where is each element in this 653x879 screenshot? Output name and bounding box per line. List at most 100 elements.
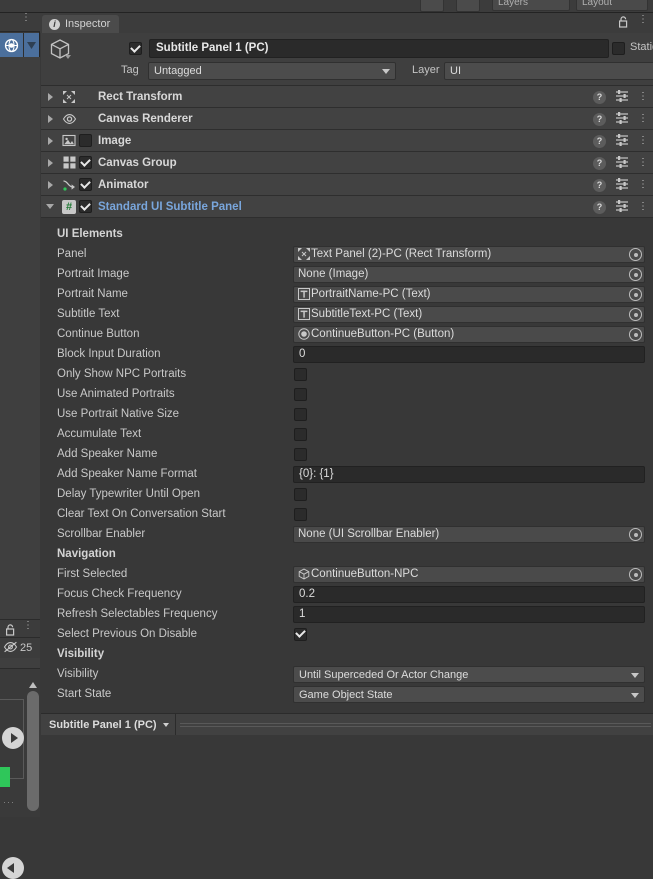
chevron-right-icon[interactable] [41,115,59,123]
object-reference-value: Text Panel (2)-PC (Rect Transform) [311,248,491,260]
chevron-down-icon[interactable] [24,33,39,57]
property-checkbox[interactable] [294,448,307,461]
object-reference-field[interactable]: PortraitName-PC (Text) [293,286,645,303]
object-reference-field[interactable]: Text Panel (2)-PC (Rect Transform) [293,246,645,263]
component-header[interactable]: Canvas Renderer ? ⋮ [41,108,653,130]
text-input-field[interactable]: 0 [293,346,645,363]
property-label: Only Show NPC Portraits [57,368,293,380]
component-enabled-checkbox[interactable] [79,134,92,147]
layout-dropdown[interactable]: Layout [576,0,648,11]
component-enabled-checkbox[interactable] [79,156,92,169]
object-picker-button[interactable] [629,568,642,581]
object-reference-field[interactable]: ContinueButton-PC (Button) [293,326,645,343]
object-picker-button[interactable] [629,248,642,261]
object-picker-button[interactable] [629,268,642,281]
component-header[interactable]: Canvas Group ? ⋮ [41,152,653,174]
text-input-field[interactable]: 0.2 [293,586,645,603]
preset-sliders-icon[interactable] [615,155,629,171]
tag-dropdown[interactable]: Untagged [148,62,396,80]
property-checkbox[interactable] [294,508,307,521]
property-row: Subtitle Text SubtitleText-PC (Text) [41,304,653,324]
gameobject-enabled-checkbox[interactable] [129,42,142,55]
object-reference-field[interactable]: None (UI Scrollbar Enabler) [293,526,645,543]
kebab-menu-icon[interactable]: ⋮ [638,161,648,166]
layers-dropdown[interactable]: Layers [492,0,570,11]
property-checkbox[interactable] [294,488,307,501]
object-reference-field[interactable]: SubtitleText-PC (Text) [293,306,645,323]
component-enabled-checkbox[interactable] [79,178,92,191]
component-header[interactable]: Rect Transform ? ⋮ [41,86,653,108]
prefab-caret-icon[interactable] [65,55,71,59]
lock-open-icon[interactable] [618,16,629,31]
chevron-right-icon[interactable] [41,93,59,101]
property-label: Use Animated Portraits [57,388,293,400]
gameobject-header: Subtitle Panel 1 (PC) Static Tag Untagge… [41,33,653,86]
gameobject-name-input[interactable]: Subtitle Panel 1 (PC) [149,39,609,58]
static-checkbox[interactable] [612,42,625,55]
preset-sliders-icon[interactable] [615,111,629,127]
kebab-menu-icon[interactable]: ⋮ [638,139,648,144]
object-picker-button[interactable] [629,328,642,341]
property-checkbox[interactable] [294,408,307,421]
preset-sliders-icon[interactable] [615,89,629,105]
object-picker-button[interactable] [629,308,642,321]
animator-icon [59,178,79,192]
tag-value: Untagged [154,65,202,77]
chevron-down-icon[interactable] [41,204,59,209]
help-icon[interactable]: ? [593,113,606,126]
breadcrumb-prefab[interactable]: Subtitle Panel 1 (PC) [41,719,175,731]
chevron-right-icon[interactable] [41,181,59,189]
text-input-field[interactable]: 1 [293,606,645,623]
help-icon[interactable]: ? [593,91,606,104]
kebab-menu-icon[interactable]: ⋮ [21,15,31,20]
enum-dropdown[interactable]: Until Superceded Or Actor Change [293,666,645,683]
kebab-menu-icon[interactable]: ⋮ [638,205,648,210]
object-picker-button[interactable] [629,288,642,301]
object-reference-value: ContinueButton-NPC [311,568,418,580]
kebab-menu-icon[interactable]: ⋮ [638,17,648,22]
property-checkbox[interactable] [294,368,307,381]
preset-sliders-icon[interactable] [615,177,629,193]
tab-inspector[interactable]: i Inspector [42,15,119,33]
globe-handle-icon[interactable] [0,33,24,57]
play-circle-icon[interactable] [2,727,24,749]
component-header[interactable]: # Standard UI Subtitle Panel ? ⋮ [41,196,653,218]
kebab-menu-icon[interactable]: ⋮ [23,623,33,628]
preset-sliders-icon[interactable] [615,199,629,215]
rect-transform-icon [59,90,79,104]
property-checkbox[interactable] [294,388,307,401]
lock-open-icon[interactable] [5,624,16,639]
object-reference-field[interactable]: ContinueButton-NPC [293,566,645,583]
chevron-right-icon[interactable] [41,159,59,167]
play-circle-left-icon[interactable] [2,857,24,879]
property-label: Block Input Duration [57,348,293,360]
kebab-menu-icon[interactable]: ⋮ [638,117,648,122]
scrollbar-up-arrow-icon[interactable] [27,679,39,690]
help-icon[interactable]: ? [593,157,606,170]
account-button[interactable] [456,0,480,12]
property-list: UI ElementsPanel Text Panel (2)-PC (Rect… [41,218,653,704]
object-reference-field[interactable]: None (Image) [293,266,645,283]
kebab-menu-icon[interactable]: ⋮ [638,95,648,100]
scene-scrollbar[interactable] [27,679,39,829]
help-icon[interactable]: ? [593,201,606,214]
component-header[interactable]: Animator ? ⋮ [41,174,653,196]
help-icon[interactable]: ? [593,135,606,148]
scene-view-sliver[interactable]: ··· [0,668,40,817]
inspector-panel: Subtitle Panel 1 (PC) Static Tag Untagge… [41,33,653,713]
component-enabled-checkbox[interactable] [79,200,92,213]
enum-dropdown[interactable]: Game Object State [293,686,645,703]
object-picker-button[interactable] [629,528,642,541]
layer-dropdown[interactable]: UI [444,62,653,80]
rotate-tool-button[interactable] [420,0,444,12]
property-checkbox[interactable] [294,628,307,641]
kebab-menu-icon[interactable]: ⋮ [638,183,648,188]
text-input-field[interactable]: {0}: {1} [293,466,645,483]
help-icon[interactable]: ? [593,179,606,192]
hidden-objects-counter[interactable]: 25 [0,638,40,658]
property-checkbox[interactable] [294,428,307,441]
preset-sliders-icon[interactable] [615,133,629,149]
chevron-right-icon[interactable] [41,137,59,145]
component-header[interactable]: Image ? ⋮ [41,130,653,152]
scrollbar-thumb[interactable] [27,691,39,811]
